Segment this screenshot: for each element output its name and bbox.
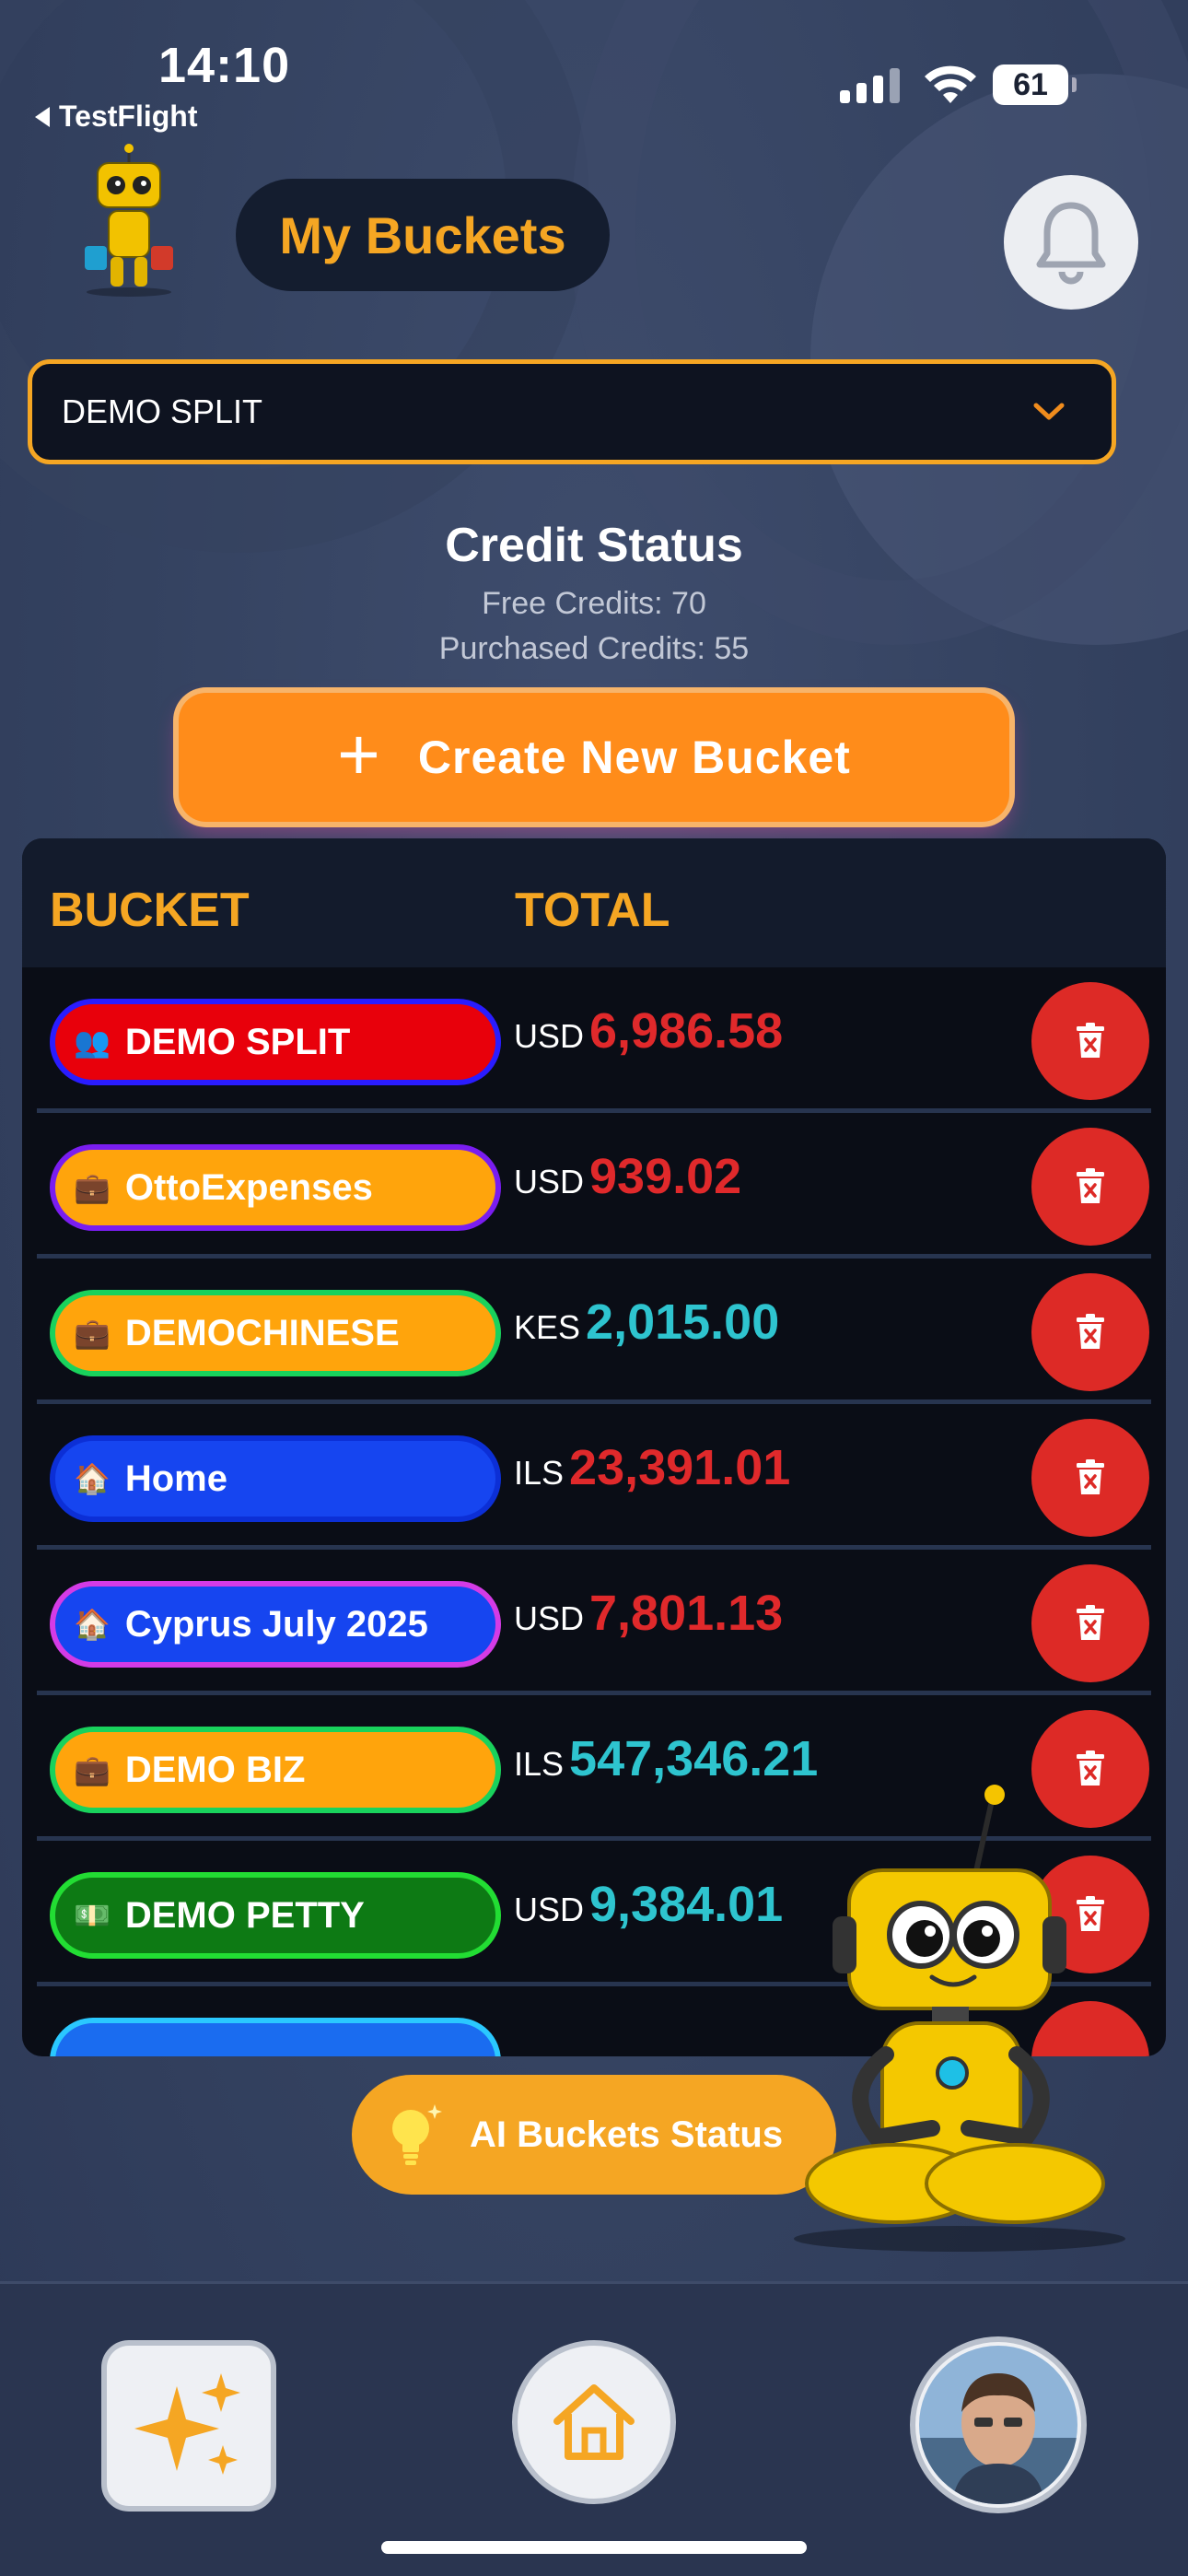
bucket-name-pill[interactable]: 💼 OttoExpenses xyxy=(50,1144,501,1231)
back-app-label: TestFlight xyxy=(59,100,198,133)
bucket-name: DEMOCHINESE xyxy=(124,1312,400,1353)
trash-icon xyxy=(1077,1459,1104,1494)
bucket-name-pill[interactable]: 🏠 Cyprus July 2025 xyxy=(50,1581,501,1668)
bucket-total: ILS 547,346.21 xyxy=(514,1730,818,1787)
table-row[interactable]: 🏠 Cyprus July 2025 USD 7,801.13 xyxy=(22,1550,1166,1695)
bucket-type-icon: 💵 xyxy=(74,1899,111,1932)
trash-icon xyxy=(1077,1168,1104,1203)
bucket-name-pill[interactable]: 💼 DEMOCHINESE xyxy=(50,1290,501,1376)
delete-bucket-button[interactable] xyxy=(1031,1128,1149,1246)
robot-mascot-icon xyxy=(85,144,173,297)
back-to-app-button[interactable]: TestFlight xyxy=(35,100,198,134)
trash-icon xyxy=(1077,1314,1104,1349)
table-header: BUCKET TOTAL xyxy=(22,838,1166,967)
bell-icon xyxy=(1036,202,1106,285)
notifications-button[interactable] xyxy=(1004,175,1138,310)
trash-icon xyxy=(1077,1023,1104,1058)
bucket-total: USD 7,801.13 xyxy=(514,1585,783,1642)
bucket-select-value: DEMO SPLIT xyxy=(62,392,263,430)
ai-buckets-status-label: AI Buckets Status xyxy=(470,2113,784,2155)
bucket-name: DEMO PETTY xyxy=(124,1894,365,1936)
bucket-total: KES 2,015.00 xyxy=(514,1294,779,1351)
page-title: My Buckets xyxy=(236,179,610,291)
total-amount: 547,346.21 xyxy=(569,1731,819,1786)
create-new-bucket-label: Create New Bucket xyxy=(417,732,851,783)
bucket-type-icon: 💼 xyxy=(74,1317,111,1350)
currency-code: USD xyxy=(514,1599,585,1637)
lightbulb-icon xyxy=(392,2104,442,2165)
nav-ai-button[interactable] xyxy=(101,2340,276,2512)
robot-assistant-icon[interactable] xyxy=(785,1778,1135,2266)
bucket-type-icon: 💼 xyxy=(74,1753,111,1786)
credit-status-heading: Credit Status xyxy=(445,519,743,572)
column-header-total: TOTAL xyxy=(515,884,670,937)
back-arrow-icon xyxy=(35,106,50,127)
cellular-signal-icon xyxy=(840,66,900,103)
nav-profile-avatar[interactable] xyxy=(910,2336,1087,2513)
bucket-total: USD 9,384.01 xyxy=(514,1876,783,1933)
bucket-name: Home xyxy=(124,1458,227,1499)
bucket-name: DEMO SPLIT xyxy=(124,1021,351,1062)
total-amount: 9,384.01 xyxy=(589,1877,784,1932)
currency-code: USD xyxy=(514,1017,585,1055)
bucket-name: DEMO BIZ xyxy=(124,1749,306,1790)
delete-bucket-button[interactable] xyxy=(1031,1419,1149,1537)
total-amount: 6,986.58 xyxy=(589,1003,784,1059)
delete-bucket-button[interactable] xyxy=(1031,1564,1149,1682)
status-bar: 14:10 TestFlight 61 xyxy=(0,0,1188,138)
delete-bucket-button[interactable] xyxy=(1031,1273,1149,1391)
currency-code: KES xyxy=(514,1308,581,1346)
table-row[interactable]: 💼 DEMOCHINESE KES 2,015.00 xyxy=(22,1259,1166,1404)
battery-icon: 61 xyxy=(993,64,1077,105)
home-icon xyxy=(553,2384,635,2460)
bucket-total: USD 6,986.58 xyxy=(514,1002,783,1060)
bucket-type-icon: 🏠 xyxy=(74,1462,111,1495)
bucket-total: ILS 23,391.01 xyxy=(514,1439,790,1496)
create-new-bucket-button[interactable]: + Create New Bucket xyxy=(179,693,1009,822)
purchased-credits: Purchased Credits: 55 xyxy=(438,631,750,666)
credit-status: Credit Status Free Credits: 70 Purchased… xyxy=(0,518,1188,667)
table-row[interactable]: 💼 OttoExpenses USD 939.02 xyxy=(22,1113,1166,1259)
bucket-type-icon: 👥 xyxy=(74,1025,111,1059)
total-amount: 7,801.13 xyxy=(589,1586,784,1641)
clock: 14:10 xyxy=(158,38,291,93)
currency-code: USD xyxy=(514,1163,585,1200)
chevron-down-icon xyxy=(1033,403,1065,420)
bucket-name-pill[interactable]: 💼 DEMO BIZ xyxy=(50,1727,501,1813)
currency-code: ILS xyxy=(514,1745,565,1783)
bucket-total: USD 939.02 xyxy=(514,1148,741,1205)
bucket-name-pill[interactable] xyxy=(50,2018,501,2056)
delete-bucket-button[interactable] xyxy=(1031,982,1149,1100)
table-row[interactable]: 🏠 Home ILS 23,391.01 xyxy=(22,1404,1166,1550)
bucket-select[interactable]: DEMO SPLIT xyxy=(28,359,1116,464)
wifi-icon xyxy=(925,65,976,103)
free-credits: Free Credits: 70 xyxy=(482,586,706,621)
bucket-type-icon: 🏠 xyxy=(74,1608,111,1641)
bucket-name: OttoExpenses xyxy=(124,1166,373,1208)
bucket-name: Cyprus July 2025 xyxy=(124,1603,428,1645)
total-amount: 23,391.01 xyxy=(569,1440,791,1495)
currency-code: USD xyxy=(514,1891,585,1928)
avatar xyxy=(919,2346,1077,2504)
plus-icon: + xyxy=(337,713,381,795)
bucket-name-pill[interactable]: 🏠 Home xyxy=(50,1435,501,1522)
sparkles-icon xyxy=(134,2373,240,2475)
bucket-name-pill[interactable]: 💵 DEMO PETTY xyxy=(50,1872,501,1959)
total-amount: 2,015.00 xyxy=(586,1294,780,1350)
total-amount: 939.02 xyxy=(589,1149,742,1204)
home-indicator xyxy=(381,2541,807,2554)
column-header-bucket: BUCKET xyxy=(50,884,250,937)
trash-icon xyxy=(1077,1605,1104,1640)
nav-home-button[interactable] xyxy=(512,2340,676,2504)
currency-code: ILS xyxy=(514,1454,565,1492)
ai-buckets-status-button[interactable]: AI Buckets Status xyxy=(352,2075,836,2195)
bucket-name-pill[interactable]: 👥 DEMO SPLIT xyxy=(50,999,501,1085)
table-row[interactable]: 👥 DEMO SPLIT USD 6,986.58 xyxy=(22,967,1166,1113)
bucket-type-icon: 💼 xyxy=(74,1171,111,1204)
